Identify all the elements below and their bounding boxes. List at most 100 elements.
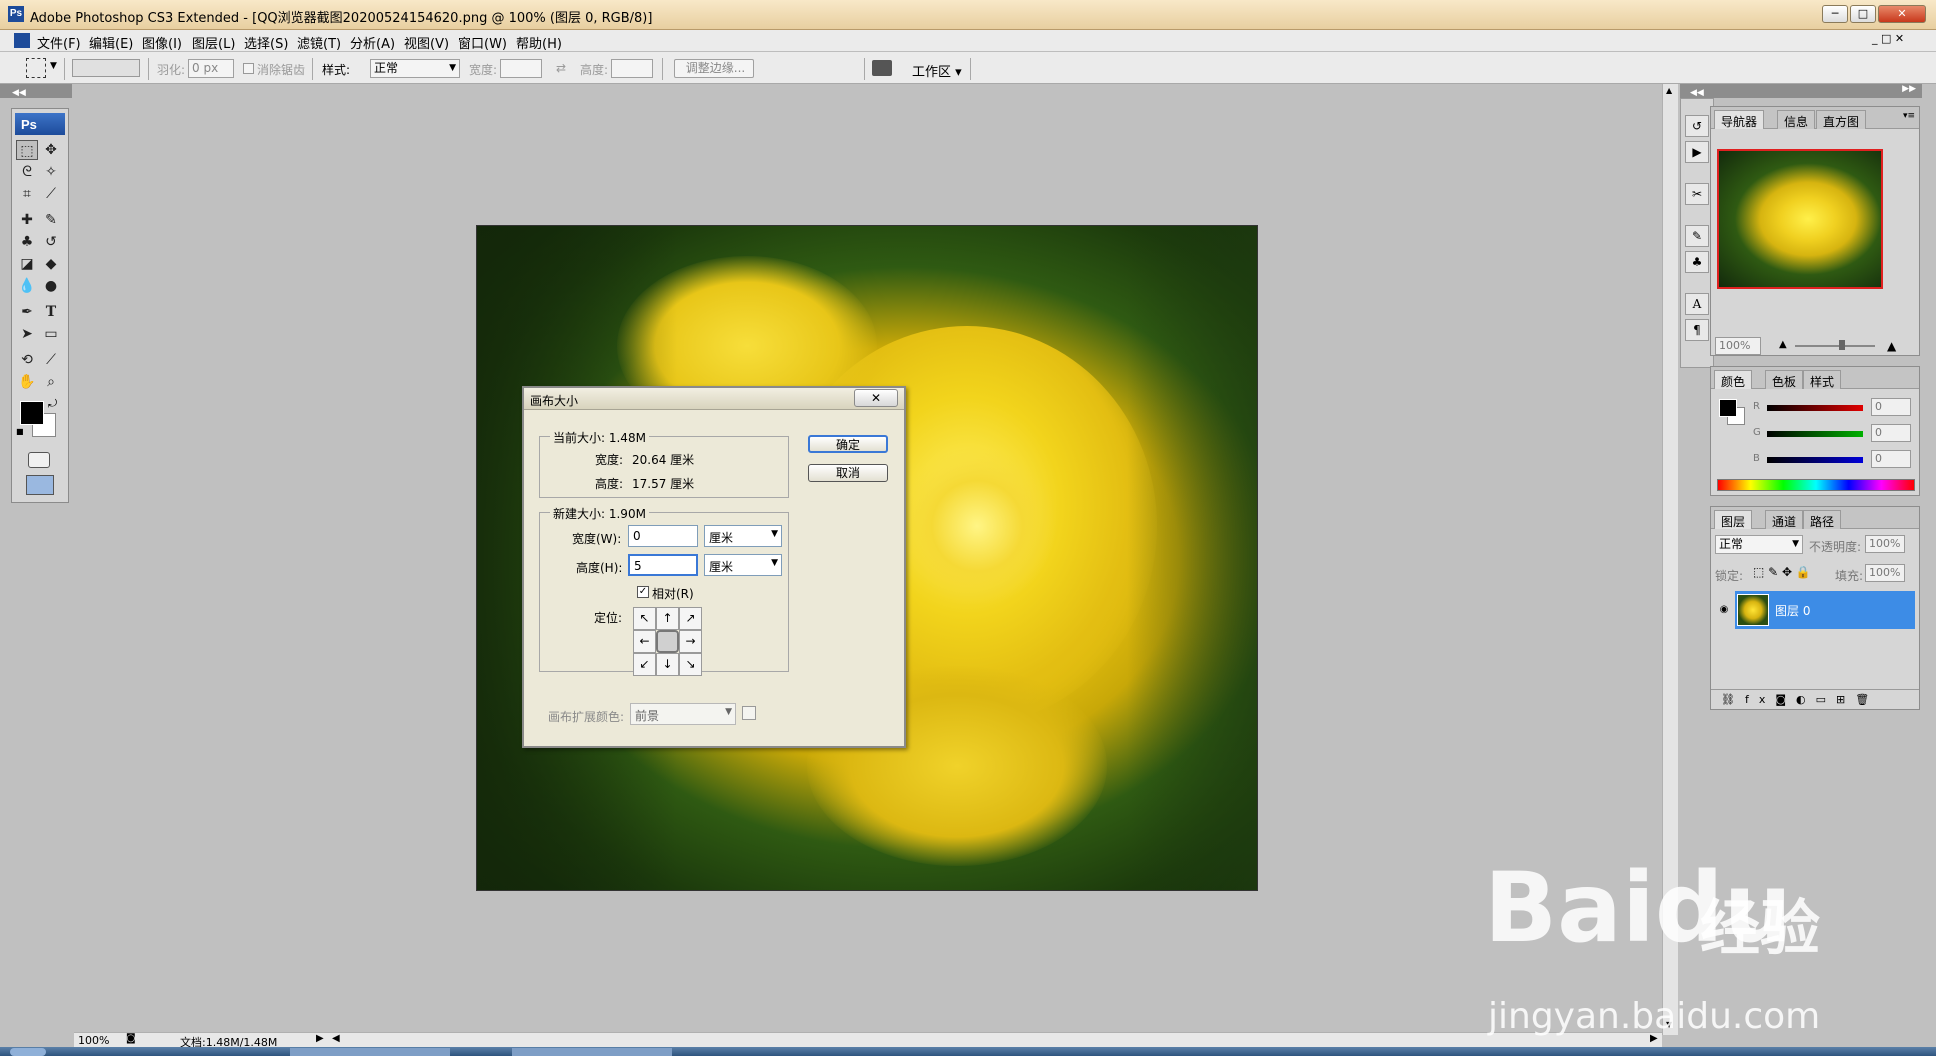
anchor-center[interactable] [656,630,679,653]
navigator-zoom-slider[interactable] [1795,345,1875,347]
tab-styles[interactable]: 样式 [1803,370,1842,389]
lasso-tool-icon[interactable]: ᘓ [16,162,38,182]
anchor-top[interactable]: ↑ [656,607,679,630]
workspace-button[interactable]: 工作区 ▾ [912,61,962,80]
menu-edit[interactable]: 编辑(E) [89,33,133,52]
marquee-tool-icon[interactable]: ⬚ [16,140,38,160]
new-width-input[interactable]: 0 [628,525,698,547]
tab-swatches[interactable]: 色板 [1765,370,1804,389]
paint-bucket-icon[interactable]: ◆ [40,254,62,274]
swap-colors-icon[interactable]: ⤾ [48,397,57,411]
blend-mode-select[interactable]: 正常 ▼ [1715,535,1803,554]
dock-header-right[interactable]: ▶▶ [1714,84,1922,98]
dock-header[interactable]: ◀◀ [1680,84,1714,98]
new-height-input[interactable]: 5 [628,554,698,576]
height-unit-select[interactable]: 厘米 ▼ [704,554,782,576]
width-input[interactable] [500,59,542,78]
eyedropper-icon[interactable]: ⟋ [40,350,62,370]
anchor-right[interactable]: → [679,630,702,653]
doc-window-controls[interactable]: _ □ ✕ [1872,32,1904,45]
selection-mode-buttons[interactable] [72,59,140,77]
height-input[interactable] [611,59,653,78]
menu-view[interactable]: 视图(V) [404,33,449,52]
crop-tool-icon[interactable]: ⌗ [16,184,38,204]
taskbar-item[interactable] [512,1048,672,1056]
close-icon[interactable]: ✕ [1878,5,1926,23]
history-brush-icon[interactable]: ↺ [40,232,62,252]
tab-navigator[interactable]: 导航器 [1714,110,1765,129]
history-panel-icon[interactable]: ↺ [1685,115,1709,137]
dodge-tool-icon[interactable]: ● [40,276,62,296]
navigator-zoom-field[interactable]: 100% [1715,337,1761,355]
anchor-top-left[interactable]: ↖ [633,607,656,630]
menu-help[interactable]: 帮助(H) [516,33,562,52]
channel-b-value[interactable]: 0 [1871,450,1911,468]
anchor-bottom-right[interactable]: ↘ [679,653,702,676]
tab-info[interactable]: 信息 [1777,110,1816,129]
actions-panel-icon[interactable]: ▶ [1685,141,1709,163]
width-unit-select[interactable]: 厘米 ▼ [704,525,782,547]
blur-tool-icon[interactable]: 💧 [16,276,38,296]
paragraph-panel-icon[interactable]: ¶ [1685,319,1709,341]
layer-visibility-eye-icon[interactable]: ◉ [1715,591,1733,629]
path-select-icon[interactable]: ➤ [16,324,38,344]
channel-r-slider[interactable] [1767,405,1863,411]
extension-color-swatch[interactable] [742,706,756,720]
navigator-slider-thumb[interactable] [1839,340,1845,350]
anchor-bottom-left[interactable]: ↙ [633,653,656,676]
hscroll-left-icon[interactable]: ◀ [332,1033,340,1044]
lock-icons[interactable]: ⬚ ✎ ✥ 🔒 [1753,565,1811,579]
opacity-field[interactable]: 100% [1865,535,1905,553]
swap-icon[interactable]: ⇄ [556,61,566,75]
dialog-close-button[interactable]: ✕ [854,389,898,407]
status-zoom[interactable]: 100% [78,1034,109,1047]
healing-brush-icon[interactable]: ✚ [16,210,38,230]
ok-button[interactable]: 确定 [808,435,888,453]
clone-source-icon[interactable]: ♣ [1685,251,1709,273]
channel-g-value[interactable]: 0 [1871,424,1911,442]
clone-stamp-icon[interactable]: ♣ [16,232,38,252]
status-menu-arrow-icon[interactable]: ▶ [316,1033,324,1044]
relative-checkbox[interactable]: ✓ [637,586,649,598]
3d-rotate-icon[interactable]: ⟲ [16,350,38,370]
tool-presets-icon[interactable]: ✂ [1685,183,1709,205]
anchor-bottom[interactable]: ↓ [656,653,679,676]
default-colors-icon[interactable]: ■ [16,427,24,436]
cancel-button[interactable]: 取消 [808,464,888,482]
fill-field[interactable]: 100% [1865,564,1905,582]
minimize-icon[interactable]: ─ [1822,5,1848,23]
refine-edge-button[interactable]: 调整边缘... [674,59,754,78]
tab-color[interactable]: 颜色 [1714,370,1753,389]
quick-mask-icon[interactable] [28,452,50,468]
menu-analysis[interactable]: 分析(A) [350,33,395,52]
eraser-tool-icon[interactable]: ◪ [16,254,38,274]
screen-mode-icon[interactable] [26,475,54,495]
move-tool-icon[interactable]: ✥ [40,140,62,160]
menu-layer[interactable]: 图层(L) [192,33,235,52]
channel-b-slider[interactable] [1767,457,1863,463]
shape-tool-icon[interactable]: ▭ [40,324,62,344]
menu-window[interactable]: 窗口(W) [458,33,507,52]
type-tool-icon[interactable]: T [40,302,62,322]
maximize-icon[interactable]: □ [1850,5,1876,23]
bridge-icon[interactable] [872,60,892,76]
navigator-thumbnail[interactable] [1717,149,1883,289]
status-icon[interactable]: ◙ [126,1033,136,1044]
tab-channels[interactable]: 通道 [1765,510,1804,529]
marquee-preset-icon[interactable] [26,58,46,78]
panel-menu-icon[interactable]: ▾≡ [1903,111,1915,121]
antialias-checkbox[interactable] [243,63,254,74]
brush-tool-icon[interactable]: ✎ [40,210,62,230]
anchor-left[interactable]: ← [633,630,656,653]
tab-layers[interactable]: 图层 [1714,510,1753,529]
hand-tool-icon[interactable]: ✋ [16,372,38,392]
style-select[interactable]: 正常 ▼ [370,59,460,78]
anchor-top-right[interactable]: ↗ [679,607,702,630]
menu-filter[interactable]: 滤镜(T) [297,33,341,52]
zoom-out-icon[interactable]: ▲ [1779,339,1787,350]
channel-r-value[interactable]: 0 [1871,398,1911,416]
extension-color-select[interactable]: 前景 ▼ [630,703,736,725]
channel-g-slider[interactable] [1767,431,1863,437]
menu-select[interactable]: 选择(S) [244,33,288,52]
toolbox-header[interactable]: ◀◀ [0,84,72,98]
